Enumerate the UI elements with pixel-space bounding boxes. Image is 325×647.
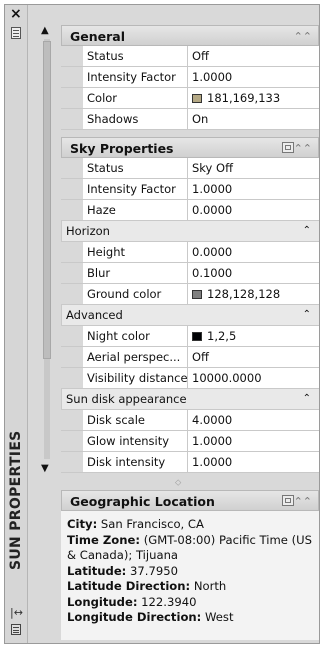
property-label: Intensity Factor (83, 67, 188, 87)
close-icon[interactable]: × (10, 6, 22, 22)
geo-field-longitude-direction: Longitude Direction: West (67, 610, 234, 624)
section-title: Geographic Location (70, 494, 215, 509)
subsection-title: Horizon (66, 224, 110, 238)
property-value: 1,2,5 (207, 329, 237, 343)
property-row-disk-scale[interactable]: Disk scale 4.0000 (61, 410, 319, 431)
geo-field-longitude: Longitude: 122.3940 (67, 594, 197, 609)
color-swatch (192, 94, 202, 103)
horizon-subsection-header[interactable]: Horizon ⌃ (61, 221, 319, 242)
sky-background-toggle-icon[interactable] (282, 142, 294, 153)
property-label: Aerial perspec... (83, 347, 188, 367)
property-value: 181,169,133 (207, 91, 281, 105)
property-row-aerial-perspective[interactable]: Aerial perspec... Off (61, 347, 319, 368)
geo-field-latitude: Latitude: 37.7950 (67, 563, 178, 578)
subsection-title: Advanced (66, 308, 123, 322)
collapse-icon[interactable]: ⌃⌃ (294, 491, 312, 512)
property-label: Color (83, 88, 188, 108)
property-row-ground-color[interactable]: Ground color 128,128,128 (61, 284, 319, 305)
property-row-status[interactable]: Status Off (61, 46, 319, 67)
geo-field-latitude-direction: Latitude Direction: North (67, 579, 227, 593)
property-value[interactable]: 1.0000 (188, 452, 319, 472)
property-row-shadows[interactable]: Shadows On (61, 109, 319, 130)
property-value[interactable]: 10000.0000 (188, 368, 319, 388)
property-label: Intensity Factor (83, 179, 188, 199)
property-row-disk-intensity[interactable]: Disk intensity 1.0000 (61, 452, 319, 473)
property-value[interactable]: 1.0000 (188, 179, 319, 199)
property-value[interactable]: 4.0000 (188, 410, 319, 430)
property-value[interactable]: Sky Off (188, 158, 319, 178)
advanced-subsection-header[interactable]: Advanced ⌃ (61, 305, 319, 326)
property-row-height[interactable]: Height 0.0000 (61, 242, 319, 263)
property-label: Status (83, 158, 188, 178)
caret-up-icon[interactable]: ⌃ (303, 305, 311, 325)
property-value[interactable]: 0.0000 (188, 242, 319, 262)
properties-icon[interactable] (11, 624, 21, 635)
sky-properties-section: Sky Properties ⌃⌃ Status Sky Off Intensi… (61, 137, 319, 473)
property-value[interactable]: 0.0000 (188, 200, 319, 220)
property-label: Status (83, 46, 188, 66)
property-value[interactable]: 1.0000 (188, 431, 319, 451)
property-value: 128,128,128 (207, 287, 281, 301)
color-swatch (192, 332, 202, 341)
property-label: Disk intensity (83, 452, 188, 472)
general-section-header[interactable]: General ⌃⌃ (61, 25, 319, 46)
properties-panel: General ⌃⌃ Status Off Intensity Factor 1… (61, 25, 319, 480)
geo-field-city: City: San Francisco, CA (67, 517, 204, 531)
property-label: Ground color (83, 284, 188, 304)
property-label: Height (83, 242, 188, 262)
color-swatch (192, 290, 202, 299)
vertical-scrollbar[interactable]: ▲ ▼ (39, 25, 55, 480)
property-row-blur[interactable]: Blur 0.1000 (61, 263, 319, 284)
property-label: Disk scale (83, 410, 188, 430)
property-label: Night color (83, 326, 188, 346)
auto-hide-icon[interactable]: |↔ (10, 606, 23, 619)
property-label: Shadows (83, 109, 188, 129)
property-value[interactable]: 1.0000 (188, 67, 319, 87)
collapse-icon[interactable]: ⌃⌃ (294, 138, 312, 159)
palette-title: SUN PROPERTIES (8, 430, 24, 570)
property-row-glow-intensity[interactable]: Glow intensity 1.0000 (61, 431, 319, 452)
property-row-sky-intensity-factor[interactable]: Intensity Factor 1.0000 (61, 179, 319, 200)
palette-title-strip: × SUN PROPERTIES |↔ (5, 5, 28, 643)
scroll-down-icon[interactable]: ▼ (41, 463, 49, 474)
property-label: Glow intensity (83, 431, 188, 451)
scroll-up-icon[interactable]: ▲ (41, 25, 49, 36)
geo-field-time-zone: Time Zone: (GMT-08:00) Pacific Time (US … (67, 532, 312, 563)
property-value[interactable]: 0.1000 (188, 263, 319, 283)
geographic-location-section-header[interactable]: Geographic Location ⌃⌃ (61, 490, 319, 511)
property-row-night-color[interactable]: Night color 1,2,5 (61, 326, 319, 347)
general-section: General ⌃⌃ Status Off Intensity Factor 1… (61, 25, 319, 130)
property-label: Blur (83, 263, 188, 283)
palette-menu-icon[interactable] (11, 27, 21, 39)
property-label: Haze (83, 200, 188, 220)
geographic-location-info: City: San Francisco, CA Time Zone: (GMT-… (61, 511, 319, 626)
property-label: Visibility distance (83, 368, 188, 388)
sun-disk-subsection-header[interactable]: Sun disk appearance ⌃ (61, 389, 319, 410)
subsection-title: Sun disk appearance (66, 392, 187, 406)
property-value[interactable]: Off (188, 347, 319, 367)
geographic-location-dialog-icon[interactable] (282, 495, 294, 506)
scroll-thumb[interactable] (43, 41, 51, 359)
caret-up-icon[interactable]: ⌃ (303, 221, 311, 241)
property-row-visibility-distance[interactable]: Visibility distance 10000.0000 (61, 368, 319, 389)
property-row-intensity-factor[interactable]: Intensity Factor 1.0000 (61, 67, 319, 88)
property-row-haze[interactable]: Haze 0.0000 (61, 200, 319, 221)
property-row-color[interactable]: Color 181,169,133 (61, 88, 319, 109)
section-title: General (70, 29, 125, 44)
property-value[interactable]: Off (188, 46, 319, 66)
collapse-icon[interactable]: ⌃⌃ (294, 26, 312, 47)
panel-splitter-grip[interactable]: ⬦ (175, 479, 181, 488)
sun-properties-palette: × SUN PROPERTIES |↔ ▲ ▼ ⬦ General ⌃⌃ Sta… (4, 4, 320, 644)
section-title: Sky Properties (70, 141, 174, 156)
property-row-sky-status[interactable]: Status Sky Off (61, 158, 319, 179)
caret-up-icon[interactable]: ⌃ (303, 389, 311, 409)
geographic-location-section: Geographic Location ⌃⌃ City: San Francis… (61, 490, 319, 640)
sky-properties-section-header[interactable]: Sky Properties ⌃⌃ (61, 137, 319, 158)
property-value[interactable]: On (188, 109, 319, 129)
